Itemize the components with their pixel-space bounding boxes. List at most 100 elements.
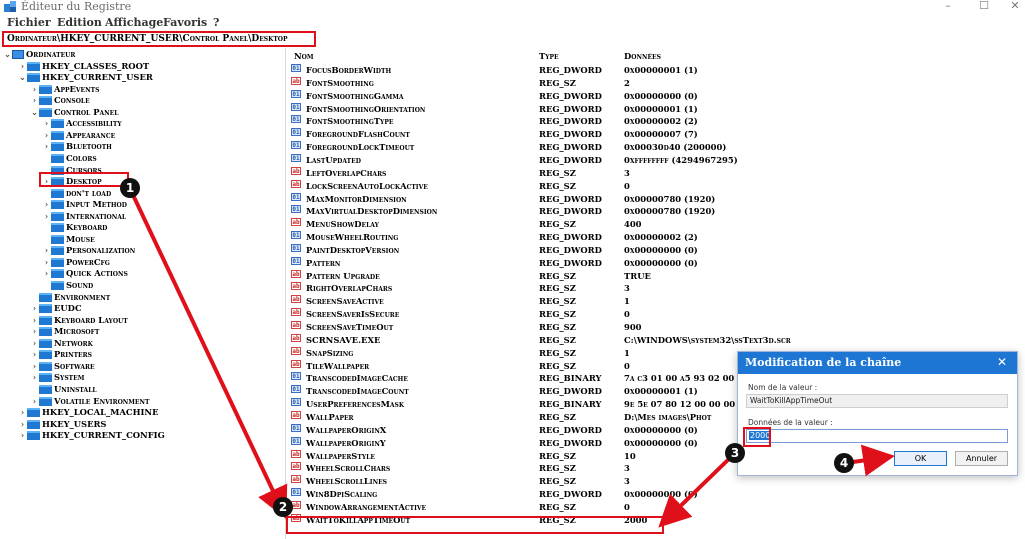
value-row[interactable]: ab RightOverlapChars REG_SZ 3 <box>289 282 1025 294</box>
address-bar[interactable]: Ordinateur\HKEY_CURRENT_USER\Control Pan… <box>2 31 316 47</box>
chevron-right-icon[interactable]: › <box>42 210 51 222</box>
minimize-button[interactable]: – <box>938 0 958 13</box>
ok-button[interactable]: OK <box>894 451 947 466</box>
menu-help[interactable]: ? <box>213 16 219 29</box>
tree-item-hkey-current-user[interactable]: ⌄ HKEY_CURRENT_USER <box>18 71 153 83</box>
tree-item-uninstall[interactable]: Uninstall <box>30 383 97 395</box>
value-row[interactable]: 01 LastUpdated REG_DWORD 0xffffffff (429496… <box>289 153 1025 166</box>
value-row[interactable]: ab WheelScrollLines REG_SZ 3 <box>289 475 1025 487</box>
value-row[interactable]: ab ScreenSaveTimeOut REG_SZ 900 <box>289 321 1025 333</box>
tree-item-quick-actions[interactable]: › Quick Actions <box>42 267 128 279</box>
menu-edition[interactable]: Edition <box>57 16 102 29</box>
tree-item-appevents[interactable]: › AppEvents <box>30 83 99 95</box>
chevron-right-icon[interactable]: › <box>42 198 51 210</box>
tree-item-label: Network <box>54 337 93 348</box>
chevron-right-icon[interactable]: › <box>30 83 39 95</box>
menu-affichage[interactable]: Affichage <box>105 16 163 29</box>
value-row[interactable]: ab ScreenSaverIsSecure REG_SZ 0 <box>289 308 1025 320</box>
tree-item-personalization[interactable]: › Personalization <box>42 244 135 256</box>
tree-item-hkey-current-config[interactable]: › HKEY_CURRENT_CONFIG <box>18 429 165 441</box>
tree-item-system[interactable]: › System <box>30 371 84 383</box>
value-row[interactable]: 01 FontSmoothingGamma REG_DWORD 0x00000000 … <box>289 89 1025 102</box>
tree-item-hkey-classes-root[interactable]: › HKEY_CLASSES_ROOT <box>18 60 149 72</box>
chevron-right-icon[interactable]: › <box>42 267 51 279</box>
tree-item-hkey-local-machine[interactable]: › HKEY_LOCAL_MACHINE <box>18 406 158 418</box>
chevron-right-icon[interactable]: › <box>30 325 39 337</box>
chevron-right-icon[interactable]: › <box>42 129 51 141</box>
tree-item-volatile-environment[interactable]: › Volatile Environment <box>30 395 149 407</box>
chevron-right-icon[interactable]: › <box>42 117 51 129</box>
value-row[interactable]: ab ScreenSaveActive REG_SZ 1 <box>289 295 1025 307</box>
chevron-right-icon[interactable]: › <box>42 140 51 152</box>
value-row[interactable]: 01 ForegroundFlashCount REG_DWORD 0x0000000… <box>289 128 1025 140</box>
tree-item-ordinateur[interactable]: ⌄ Ordinateur <box>3 48 75 60</box>
pane-splitter[interactable] <box>285 48 286 539</box>
value-row[interactable]: ab LockScreenAutoLockActive REG_SZ 0 <box>289 179 1025 192</box>
tree-item-colors[interactable]: Colors <box>42 152 97 164</box>
chevron-right-icon[interactable]: › <box>42 256 51 268</box>
tree-item-network[interactable]: › Network <box>30 337 93 349</box>
maximize-button[interactable]: ☐ <box>974 0 994 13</box>
menu-favoris[interactable]: Favoris <box>163 16 207 29</box>
tree-item-hkey-users[interactable]: › HKEY_USERS <box>18 418 107 430</box>
chevron-right-icon[interactable]: › <box>30 302 39 314</box>
value-row[interactable]: 01 PaintDesktopVersion REG_DWORD 0x00000000… <box>289 243 1025 256</box>
tree-item-eudc[interactable]: › EUDC <box>30 302 82 314</box>
tree-item-control-panel[interactable]: ⌄ Control Panel <box>30 106 118 118</box>
value-row[interactable]: ab MenuShowDelay REG_SZ 400 <box>289 218 1025 230</box>
tree-item-keyboard[interactable]: Keyboard <box>42 221 107 233</box>
header-name[interactable]: Nom <box>294 50 314 62</box>
value-row[interactable]: ab SCRNSAVE.EXE REG_SZ C:\WINDOWS\system32\… <box>289 333 1025 346</box>
chevron-right-icon[interactable]: › <box>30 337 39 349</box>
value-row[interactable]: 01 MaxVirtualDesktopDimension REG_DWORD 0x0… <box>289 205 1025 217</box>
value-row[interactable]: ab LeftOverlapChars REG_SZ 3 <box>289 166 1025 179</box>
value-row[interactable]: 01 FocusBorderWidth REG_DWORD 0x00000001 (1… <box>289 64 1025 76</box>
chevron-down-icon[interactable]: ⌄ <box>18 71 27 83</box>
value-row[interactable]: 01 FontSmoothingOrientation REG_DWORD 0x000… <box>289 102 1025 115</box>
chevron-right-icon[interactable]: › <box>18 418 27 430</box>
chevron-right-icon[interactable]: › <box>18 406 27 418</box>
tree-item-software[interactable]: › Software <box>30 360 95 372</box>
chevron-right-icon[interactable]: › <box>30 360 39 372</box>
value-row[interactable]: 01 FontSmoothingType REG_DWORD 0x00000002 (… <box>289 115 1025 127</box>
tree-item-mouse[interactable]: Mouse <box>42 233 95 245</box>
chevron-right-icon[interactable]: › <box>30 371 39 383</box>
chevron-right-icon[interactable]: › <box>30 395 39 407</box>
tree-item-accessibility[interactable]: › Accessibility <box>42 117 122 129</box>
tree-item-powercfg[interactable]: › PowerCfg <box>42 256 110 268</box>
value-row[interactable]: ab WindowArrangementActive REG_SZ 0 <box>289 500 1025 513</box>
dialog-close-icon[interactable]: ✕ <box>997 355 1007 369</box>
chevron-right-icon[interactable]: › <box>30 94 39 106</box>
value-data-input[interactable]: 2000 <box>746 429 1008 443</box>
tree-item-environment[interactable]: Environment <box>30 291 110 303</box>
value-row[interactable]: ab Pattern Upgrade REG_SZ TRUE <box>289 269 1025 282</box>
cancel-button[interactable]: Annuler <box>955 451 1008 466</box>
chevron-right-icon[interactable]: › <box>42 244 51 256</box>
chevron-down-icon[interactable]: ⌄ <box>30 106 39 118</box>
value-row[interactable]: 01 Pattern REG_DWORD 0x00000000 (0) <box>289 256 1025 269</box>
value-row[interactable]: 01 MouseWheelRouting REG_DWORD 0x00000002 (… <box>289 231 1025 243</box>
value-row[interactable]: 01 MaxMonitorDimension REG_DWORD 0x00000780… <box>289 192 1025 205</box>
value-row[interactable]: ab FontSmoothing REG_SZ 2 <box>289 76 1025 89</box>
tree-item-printers[interactable]: › Printers <box>30 348 92 360</box>
chevron-right-icon[interactable]: › <box>18 429 27 441</box>
tree-item-input-method[interactable]: › Input Method <box>42 198 127 210</box>
tree-item-microsoft[interactable]: › Microsoft <box>30 325 99 337</box>
menu-fichier[interactable]: Fichier <box>7 16 51 29</box>
header-type[interactable]: Type <box>539 50 559 62</box>
value-row[interactable]: 01 ForegroundLockTimeout REG_DWORD 0x00030d… <box>289 141 1025 153</box>
chevron-right-icon[interactable]: › <box>30 348 39 360</box>
chevron-right-icon[interactable]: › <box>18 60 27 72</box>
header-data[interactable]: Données <box>624 50 661 62</box>
tree-item-don-t-load[interactable]: don't load <box>42 187 111 199</box>
tree-item-keyboard-layout[interactable]: › Keyboard Layout <box>30 314 128 326</box>
close-window-button[interactable]: ✕ <box>1005 0 1025 13</box>
tree-item-sound[interactable]: Sound <box>42 279 93 291</box>
value-row[interactable]: 01 Win8DpiScaling REG_DWORD 0x00000000 (0) <box>289 488 1025 500</box>
tree-item-international[interactable]: › International <box>42 210 126 222</box>
chevron-right-icon[interactable]: › <box>30 314 39 326</box>
tree-item-appearance[interactable]: › Appearance <box>42 129 115 141</box>
chevron-down-icon[interactable]: ⌄ <box>3 48 12 60</box>
tree-item-bluetooth[interactable]: › Bluetooth <box>42 140 112 152</box>
tree-item-console[interactable]: › Console <box>30 94 90 106</box>
